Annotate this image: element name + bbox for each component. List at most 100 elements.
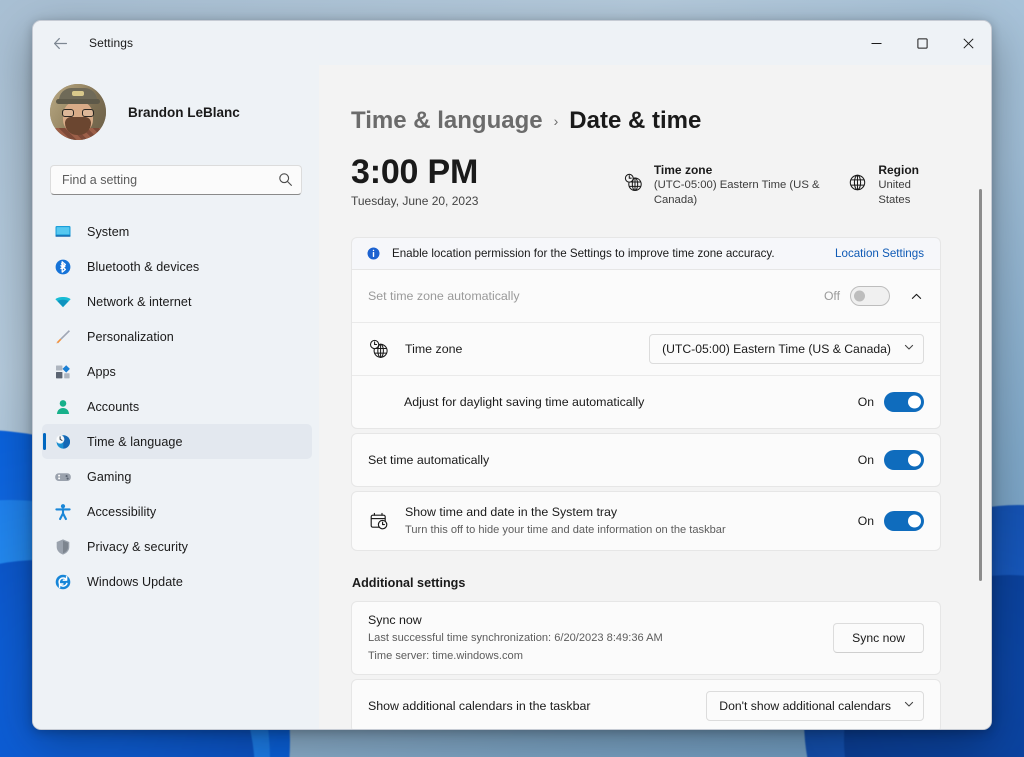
timezone-value: (UTC-05:00) Eastern Time (US & Canada) <box>653 179 820 207</box>
timezone-row-label: Time zone <box>405 341 463 356</box>
additional-calendars-label: Show additional calendars in the taskbar <box>368 698 591 713</box>
wifi-icon <box>54 293 72 311</box>
chevron-down-icon <box>903 340 915 358</box>
back-arrow-icon <box>53 37 67 49</box>
search-box <box>50 165 302 195</box>
system-tray-description: Turn this off to hide your time and date… <box>405 524 726 537</box>
clock-globe-icon <box>54 433 72 451</box>
additional-calendars-dropdown[interactable]: Don't show additional calendars <box>706 691 924 721</box>
sidebar-item-windows-update[interactable]: Windows Update <box>42 564 312 599</box>
set-timezone-automatically-row[interactable]: Set time zone automatically Off <box>352 270 940 322</box>
sidebar-item-apps[interactable]: Apps <box>42 354 312 389</box>
title-bar: Settings <box>33 21 991 65</box>
sidebar-item-label: Network & internet <box>87 294 192 309</box>
timezone-label: Time zone <box>653 163 713 177</box>
set-timezone-automatically-toggle[interactable] <box>850 286 890 306</box>
daylight-saving-toggle[interactable] <box>884 392 924 412</box>
content-scrollbar[interactable] <box>976 161 984 711</box>
timezone-dropdown-value: (UTC-05:00) Eastern Time (US & Canada) <box>662 342 891 356</box>
sidebar: Brandon LeBlanc Find a setting System Bl… <box>33 65 319 729</box>
sync-now-label: Sync now <box>368 612 422 627</box>
current-time: 3:00 PM <box>351 153 479 191</box>
sidebar-item-system[interactable]: System <box>42 214 312 249</box>
additional-calendars-row: Show additional calendars in the taskbar… <box>352 680 940 729</box>
sidebar-item-accessibility[interactable]: Accessibility <box>42 494 312 529</box>
clock-globe-icon <box>368 338 390 360</box>
scrollbar-thumb[interactable] <box>978 189 982 581</box>
sidebar-item-time-language[interactable]: Time & language <box>42 424 312 459</box>
profile-block[interactable]: Brandon LeBlanc <box>33 65 319 143</box>
set-time-automatically-label: Set time automatically <box>368 452 490 467</box>
sidebar-item-privacy-security[interactable]: Privacy & security <box>42 529 312 564</box>
additional-settings-heading: Additional settings <box>352 576 466 590</box>
minimize-icon <box>871 42 881 44</box>
sidebar-item-label: Accounts <box>87 399 140 414</box>
page-title: Date & time <box>569 107 702 134</box>
time-server-text: Time server: time.windows.com <box>368 650 523 663</box>
system-tray-state: On <box>857 514 874 528</box>
close-icon <box>962 37 974 49</box>
set-time-automatically-state: On <box>857 453 874 467</box>
region-label: Region <box>878 163 919 177</box>
breadcrumb: Time & language › Date & time <box>351 107 941 135</box>
update-icon <box>54 573 72 591</box>
daylight-saving-state: On <box>857 395 874 409</box>
shield-icon <box>54 538 72 556</box>
set-timezone-automatically-state: Off <box>823 289 840 303</box>
sidebar-item-label: Bluetooth & devices <box>87 259 200 274</box>
paintbrush-icon <box>54 328 72 346</box>
current-date: Tuesday, June 20, 2023 <box>351 194 479 209</box>
window-title: Settings <box>89 36 134 50</box>
location-settings-link[interactable]: Location Settings <box>835 247 924 260</box>
timezone-settings-group: Set time zone automatically Off Time zon… <box>351 269 941 429</box>
search-icon <box>278 172 293 192</box>
system-tray-toggle[interactable] <box>884 511 924 531</box>
maximize-icon <box>916 37 928 49</box>
timezone-dropdown[interactable]: (UTC-05:00) Eastern Time (US & Canada) <box>649 334 924 364</box>
accessibility-icon <box>54 503 72 521</box>
sidebar-item-personalization[interactable]: Personalization <box>42 319 312 354</box>
globe-icon <box>848 173 867 197</box>
sidebar-item-label: Accessibility <box>87 504 157 519</box>
last-sync-text: Last successful time synchronization: 6/… <box>368 631 663 644</box>
content-area: Time & language › Date & time 3:00 PM Tu… <box>319 65 991 729</box>
sidebar-item-network-internet[interactable]: Network & internet <box>42 284 312 319</box>
sidebar-item-gaming[interactable]: Gaming <box>42 459 312 494</box>
chevron-down-icon <box>903 697 915 715</box>
desktop: Settings Brandon LeBlanc Find a setting … <box>0 0 1024 757</box>
avatar <box>50 84 106 140</box>
current-time-block: 3:00 PM Tuesday, June 20, 2023 <box>351 154 620 208</box>
close-button[interactable] <box>945 21 991 65</box>
sync-now-button[interactable]: Sync now <box>833 623 924 653</box>
system-tray-label: Show time and date in the System tray <box>405 504 618 519</box>
minimize-button[interactable] <box>853 21 899 65</box>
region-value: United States <box>878 179 911 207</box>
set-time-automatically-row[interactable]: Set time automatically On <box>352 434 940 486</box>
back-button[interactable] <box>43 28 77 58</box>
chevron-up-icon[interactable] <box>902 282 930 310</box>
daylight-saving-row[interactable]: Adjust for daylight saving time automati… <box>352 376 940 428</box>
location-permission-banner: Enable location permission for the Setti… <box>351 237 941 269</box>
region-summary: Region United States <box>848 154 939 209</box>
system-tray-card: Show time and date in the System tray Tu… <box>351 491 941 551</box>
bluetooth-icon <box>54 258 72 276</box>
sidebar-item-label: Gaming <box>87 469 132 484</box>
sidebar-item-label: System <box>87 224 130 239</box>
breadcrumb-parent[interactable]: Time & language <box>351 107 543 135</box>
clock-row: 3:00 PM Tuesday, June 20, 2023 Time zone… <box>351 154 941 218</box>
sidebar-item-bluetooth-devices[interactable]: Bluetooth & devices <box>42 249 312 284</box>
set-time-automatically-toggle[interactable] <box>884 450 924 470</box>
sidebar-item-accounts[interactable]: Accounts <box>42 389 312 424</box>
search-input[interactable] <box>50 165 302 195</box>
system-tray-row[interactable]: Show time and date in the System tray Tu… <box>352 492 940 550</box>
maximize-button[interactable] <box>899 21 945 65</box>
sidebar-nav: System Bluetooth & devices Network & int… <box>33 214 319 599</box>
timezone-row: Time zone (UTC-05:00) Eastern Time (US &… <box>352 323 940 375</box>
monitor-icon <box>54 223 72 241</box>
window-body: Brandon LeBlanc Find a setting System Bl… <box>33 65 991 729</box>
additional-calendars-card: Show additional calendars in the taskbar… <box>351 679 941 729</box>
sidebar-item-label: Privacy & security <box>87 539 188 554</box>
clock-globe-icon <box>624 173 643 197</box>
gamepad-icon <box>54 468 72 486</box>
sync-now-row: Sync now Last successful time synchroniz… <box>352 602 940 674</box>
